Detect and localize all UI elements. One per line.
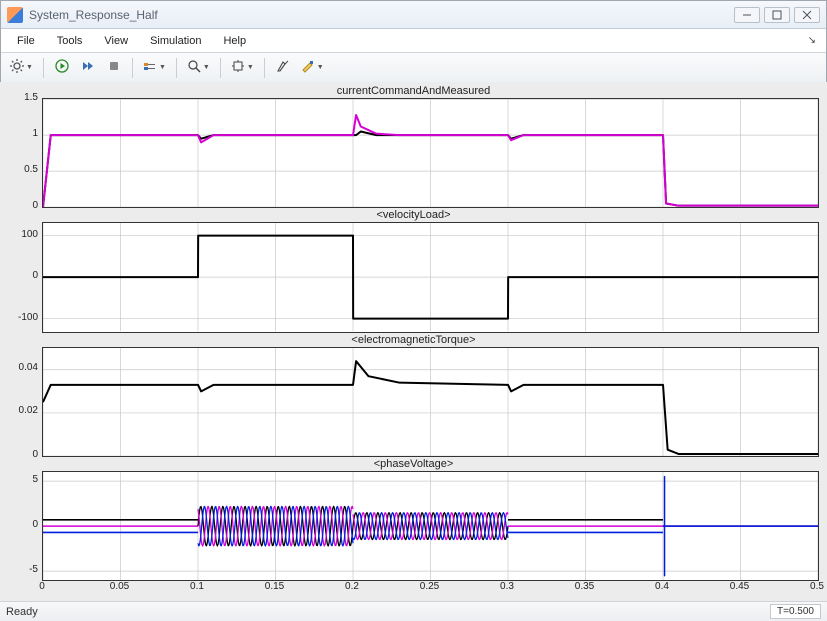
cursor-measure-button[interactable] <box>272 57 294 79</box>
app-icon <box>7 7 23 23</box>
statusbar: Ready T=0.500 <box>0 601 827 621</box>
status-ready: Ready <box>6 606 38 618</box>
minimize-button[interactable] <box>734 7 760 23</box>
window-title: System_Response_Half <box>29 8 734 22</box>
step-forward-button[interactable] <box>77 57 99 79</box>
stop-button[interactable] <box>103 57 125 79</box>
menu-simulation[interactable]: Simulation <box>140 32 211 50</box>
signal-selector-icon <box>143 59 157 76</box>
menu-file[interactable]: File <box>7 32 45 50</box>
cursor-measure-icon <box>276 59 290 76</box>
plot-canvas[interactable] <box>42 222 819 332</box>
plot-canvas[interactable] <box>42 98 819 208</box>
signal-selector-button[interactable]: ▼ <box>140 57 169 79</box>
menu-view[interactable]: View <box>94 32 138 50</box>
status-time: T=0.500 <box>770 604 821 619</box>
chart-1: <velocityLoad>1000-100 <box>8 208 819 332</box>
dock-arrow-icon[interactable]: ↘ <box>808 35 820 46</box>
titlebar: System_Response_Half <box>1 1 826 29</box>
play-circle-icon <box>55 59 69 76</box>
y-axis: 50-5 <box>8 471 42 581</box>
settings-button[interactable]: ▼ <box>7 57 36 79</box>
gear-icon <box>10 59 24 76</box>
plot-canvas[interactable] <box>42 471 819 581</box>
menubar: File Tools View Simulation Help ↘ <box>1 29 826 53</box>
close-button[interactable] <box>794 7 820 23</box>
menu-help[interactable]: Help <box>213 32 256 50</box>
chevron-down-icon: ▼ <box>203 64 210 71</box>
chart-title: currentCommandAndMeasured <box>8 84 819 98</box>
highlight-button[interactable]: ▼ <box>298 57 327 79</box>
chart-title: <phaseVoltage> <box>8 457 819 471</box>
chart-3: <phaseVoltage>50-5 <box>8 457 819 581</box>
chevron-down-icon: ▼ <box>317 64 324 71</box>
chart-title: <velocityLoad> <box>8 208 819 222</box>
x-axis: 00.050.10.150.20.250.30.350.40.450.5 <box>42 581 819 597</box>
chart-2: <electromagneticTorque>0.040.020 <box>8 333 819 457</box>
chevron-down-icon: ▼ <box>247 64 254 71</box>
chart-title: <electromagneticTorque> <box>8 333 819 347</box>
plot-area: currentCommandAndMeasured1.510.50<veloci… <box>0 82 827 601</box>
run-button[interactable] <box>51 57 73 79</box>
zoom-button[interactable]: ▼ <box>184 57 213 79</box>
y-axis: 0.040.020 <box>8 347 42 457</box>
autoscale-icon <box>231 59 245 76</box>
step-forward-icon <box>81 59 95 76</box>
autoscale-button[interactable]: ▼ <box>228 57 257 79</box>
stop-icon <box>107 59 121 76</box>
zoom-icon <box>187 59 201 76</box>
y-axis: 1000-100 <box>8 222 42 332</box>
maximize-button[interactable] <box>764 7 790 23</box>
highlight-icon <box>301 59 315 76</box>
menu-tools[interactable]: Tools <box>47 32 93 50</box>
chevron-down-icon: ▼ <box>26 64 33 71</box>
y-axis: 1.510.50 <box>8 98 42 208</box>
chart-0: currentCommandAndMeasured1.510.50 <box>8 84 819 208</box>
plot-canvas[interactable] <box>42 347 819 457</box>
chevron-down-icon: ▼ <box>159 64 166 71</box>
toolbar: ▼ ▼ ▼ ▼ <box>1 53 826 83</box>
